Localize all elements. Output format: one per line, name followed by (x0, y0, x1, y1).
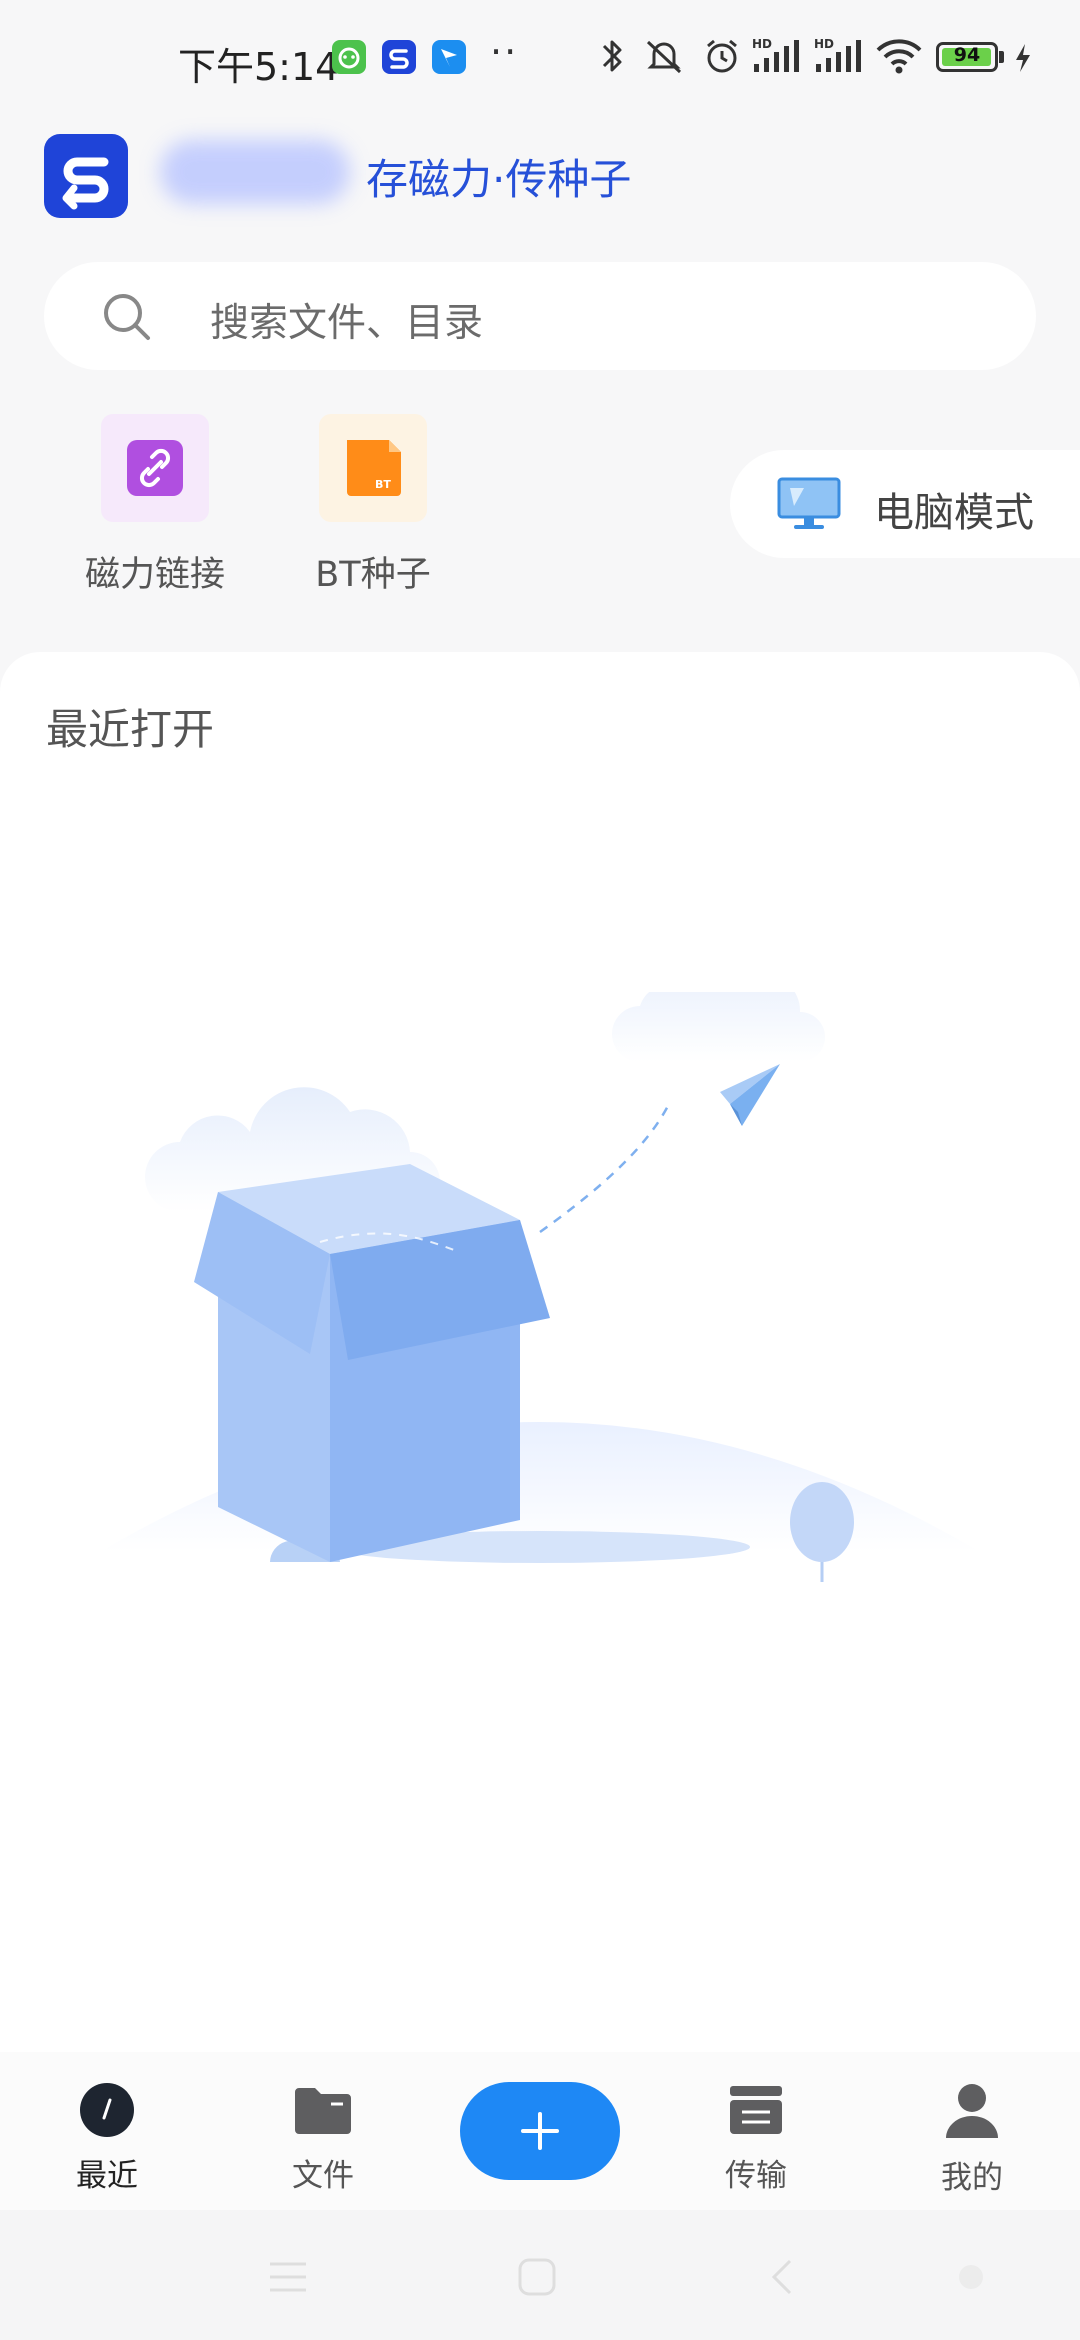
status-bar: 下午5:14 ·· HD HD 94 (0, 0, 1080, 118)
more-dots-icon: ·· (490, 30, 519, 74)
recent-icon (80, 2083, 134, 2137)
bottom-nav: 最近 文件 传输 我的 (0, 2052, 1080, 2210)
tab-files[interactable]: 文件 (248, 2082, 398, 2195)
assistant-icon[interactable] (956, 2262, 986, 2292)
recent-title: 最近打开 (46, 705, 215, 754)
magnet-link-label: 磁力链接 (84, 555, 225, 595)
battery-level: 94 (953, 44, 981, 66)
menu-icon[interactable] (268, 2260, 308, 2294)
recent-card: 最近打开 (0, 652, 1080, 2052)
charging-icon (1016, 44, 1030, 72)
transfer-icon (730, 2086, 782, 2134)
app-slogan: 存磁力·传种子 (366, 155, 632, 204)
bluetooth-icon (602, 40, 622, 72)
magnet-link-button[interactable]: 磁力链接 (80, 414, 230, 597)
search-input[interactable]: 搜索文件、目录 (44, 262, 1036, 370)
tab-recent[interactable]: 最近 (32, 2082, 182, 2195)
home-icon[interactable] (518, 2258, 556, 2296)
alarm-icon (707, 39, 737, 73)
search-placeholder: 搜索文件、目录 (210, 301, 484, 346)
system-nav-bar (0, 2210, 1080, 2340)
tab-me-label: 我的 (941, 2160, 1003, 2196)
tab-transfer-label: 传输 (725, 2158, 787, 2194)
svg-text:HD: HD (752, 37, 772, 51)
tab-transfer[interactable]: 传输 (681, 2082, 831, 2195)
add-button[interactable] (460, 2082, 620, 2180)
battery-icon: 94 (936, 42, 998, 72)
bt-badge: BT (375, 478, 391, 491)
back-icon[interactable] (770, 2258, 794, 2296)
monitor-icon (777, 477, 841, 529)
netdisk-app-icon (382, 40, 416, 74)
user-icon (946, 2084, 998, 2138)
mute-icon (646, 40, 682, 74)
tab-files-label: 文件 (292, 2158, 354, 2194)
link-icon (127, 440, 183, 496)
wifi-icon (876, 39, 922, 74)
bird-app-icon (432, 40, 466, 74)
search-icon (104, 294, 150, 340)
wechat-app-icon (332, 40, 366, 74)
pc-mode-label: 电脑模式 (874, 490, 1034, 536)
battery-cap (999, 51, 1004, 63)
tab-recent-label: 最近 (76, 2158, 138, 2194)
bt-torrent-button[interactable]: BT BT种子 (298, 414, 448, 597)
folder-icon (295, 2088, 351, 2134)
status-time: 下午5:14 (178, 45, 340, 89)
plus-icon (521, 2112, 559, 2150)
tab-me[interactable]: 我的 (897, 2082, 1047, 2197)
signal-hd-1-icon: HD (752, 37, 799, 72)
app-logo (44, 134, 128, 218)
bt-torrent-label: BT种子 (315, 555, 431, 595)
svg-text:HD: HD (814, 37, 834, 51)
empty-box-illustration (100, 992, 980, 1582)
pc-mode-button[interactable]: 电脑模式 (730, 450, 1080, 558)
signal-hd-2-icon: HD (814, 37, 861, 72)
avatar[interactable] (160, 140, 350, 204)
bt-file-icon: BT (347, 440, 401, 496)
